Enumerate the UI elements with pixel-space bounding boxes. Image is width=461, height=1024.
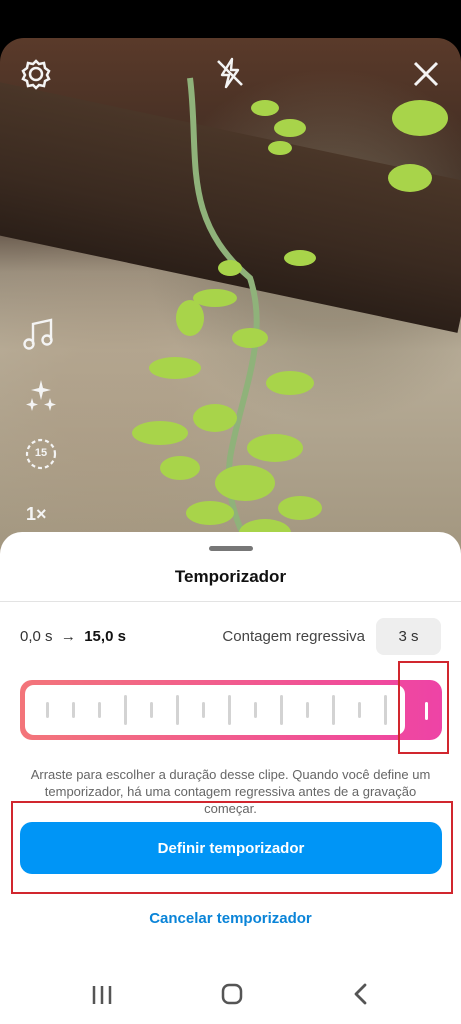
timer-15-icon[interactable]: 15 [24,437,58,471]
gear-icon[interactable] [20,58,52,90]
slider-tick [332,695,335,725]
sheet-title: Temporizador [174,567,287,586]
status-bar [0,0,461,38]
highlight-box-set-timer [11,801,453,894]
duration-range: 0,0 s → 15,0 s [20,628,126,645]
slider-tick [228,695,231,725]
slider-tick [384,695,387,725]
camera-preview: 15 1× [0,38,461,558]
cancel-timer-link[interactable]: Cancelar temporizador [0,910,461,927]
duration-slider[interactable] [20,680,442,740]
slider-tick [358,702,361,718]
slider-tick [124,695,127,725]
slider-tick [254,702,257,718]
countdown-label: Contagem regressiva [222,628,365,645]
timer-badge: 15 [34,447,48,459]
range-start: 0,0 s [20,628,53,645]
back-icon[interactable] [350,982,372,1006]
slider-tick [150,702,153,718]
slider-tick [280,695,283,725]
range-end: 15,0 s [84,628,126,645]
slider-tick [202,702,205,718]
plant-image [132,77,448,558]
speed-icon[interactable]: 1× [26,504,47,525]
slider-tick [72,702,75,718]
android-nav-bar [0,960,461,1024]
home-icon[interactable] [220,982,244,1006]
countdown-value-button[interactable]: 3 s [376,618,441,655]
recent-apps-icon[interactable] [90,984,114,1006]
timer-bottom-sheet: Temporizador 0,0 s → 15,0 s Contagem reg… [0,532,461,1024]
slider-track [25,685,405,735]
highlight-box-slider-handle [398,661,449,754]
sparkle-effects-icon[interactable] [24,378,58,412]
slider-tick [46,702,49,718]
sheet-drag-handle[interactable] [209,546,253,551]
close-icon[interactable] [412,60,440,88]
slider-tick [98,702,101,718]
divider [0,601,461,602]
flash-off-icon[interactable] [213,56,247,90]
slider-tick [176,695,179,725]
arrow-right-icon: → [60,628,76,645]
slider-tick [306,702,309,718]
music-icon[interactable] [22,318,56,352]
